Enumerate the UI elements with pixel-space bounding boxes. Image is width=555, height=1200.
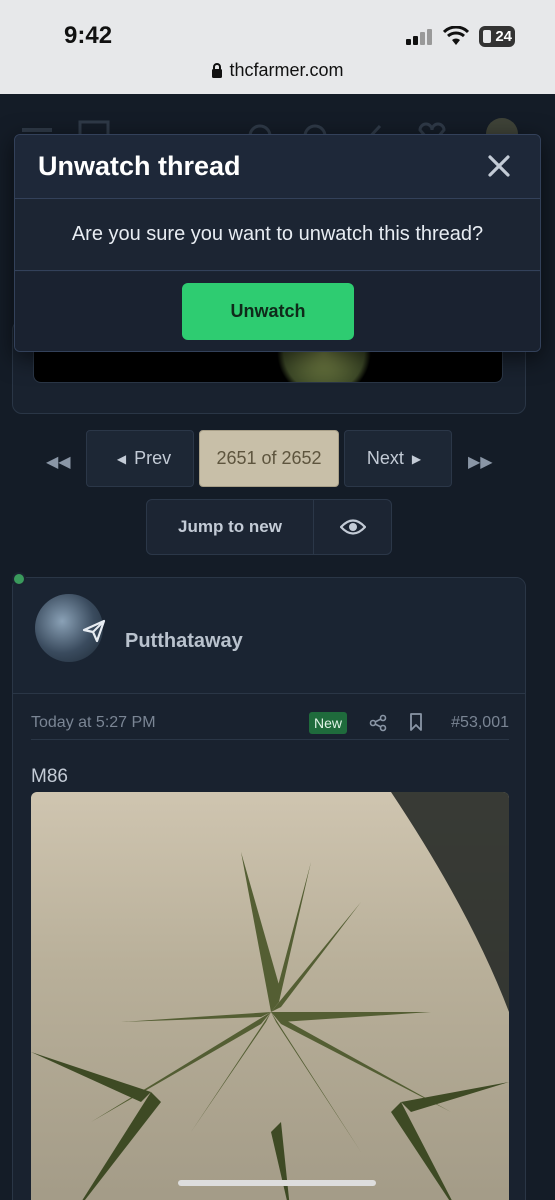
lock-icon — [212, 63, 223, 78]
next-label: Next — [366, 448, 404, 468]
post-timestamp[interactable]: Today at 5:27 PM — [31, 714, 156, 732]
address-bar[interactable]: thcfarmer.com — [0, 60, 555, 81]
send-icon[interactable] — [81, 618, 107, 644]
dialog-message: Are you sure you want to unwatch this th… — [15, 199, 540, 271]
username[interactable]: Putthataway — [125, 630, 243, 653]
post-text: M86 — [31, 766, 68, 787]
home-indicator[interactable] — [178, 1180, 376, 1186]
caret-left-icon: ◀ — [116, 451, 127, 466]
close-icon[interactable] — [486, 153, 512, 179]
bookmark-icon[interactable] — [409, 713, 423, 731]
dialog-header: Unwatch thread — [15, 135, 540, 199]
next-page-button[interactable]: Next ▶ — [344, 430, 452, 487]
watch-button[interactable] — [314, 500, 392, 554]
pagination: ◀◀ ◀ Prev 2651 of 2652 Next ▶ ▶▶ — [0, 430, 555, 488]
unwatch-button[interactable]: Unwatch — [182, 283, 354, 340]
last-page-icon[interactable]: ▶▶ — [468, 452, 493, 472]
url-text: thcfarmer.com — [229, 60, 344, 80]
post: Putthataway Today at 5:27 PM New #53,001… — [12, 577, 526, 1200]
online-indicator — [12, 572, 26, 586]
jump-to-new-button[interactable]: Jump to new — [147, 500, 313, 554]
post-meta: Today at 5:27 PM New #53,001 — [31, 706, 509, 740]
share-icon[interactable] — [369, 714, 387, 732]
new-badge: New — [309, 712, 348, 734]
current-page-button[interactable]: 2651 of 2652 — [199, 430, 339, 487]
wifi-icon — [443, 26, 469, 45]
prev-page-button[interactable]: ◀ Prev — [86, 430, 194, 487]
jump-group: Jump to new — [146, 499, 392, 555]
unwatch-dialog: Unwatch thread Are you sure you want to … — [14, 134, 541, 352]
battery-indicator: 24 — [479, 26, 515, 47]
prev-label: Prev — [134, 448, 172, 468]
signal-icon — [406, 29, 432, 45]
post-number[interactable]: #53,001 — [451, 714, 509, 732]
eye-icon — [340, 519, 366, 535]
status-time: 9:42 — [64, 22, 113, 49]
dialog-footer: Unwatch — [15, 272, 540, 351]
plant-illustration — [31, 792, 509, 1200]
caret-right-icon: ▶ — [411, 451, 422, 466]
first-page-icon[interactable]: ◀◀ — [46, 452, 71, 472]
current-page-label: 2651 of 2652 — [216, 448, 322, 468]
post-image[interactable] — [31, 792, 509, 1200]
status-bar: 9:42 24 thcfarmer.com — [0, 0, 555, 94]
post-header: Putthataway — [13, 578, 525, 694]
dialog-title: Unwatch thread — [38, 151, 241, 181]
